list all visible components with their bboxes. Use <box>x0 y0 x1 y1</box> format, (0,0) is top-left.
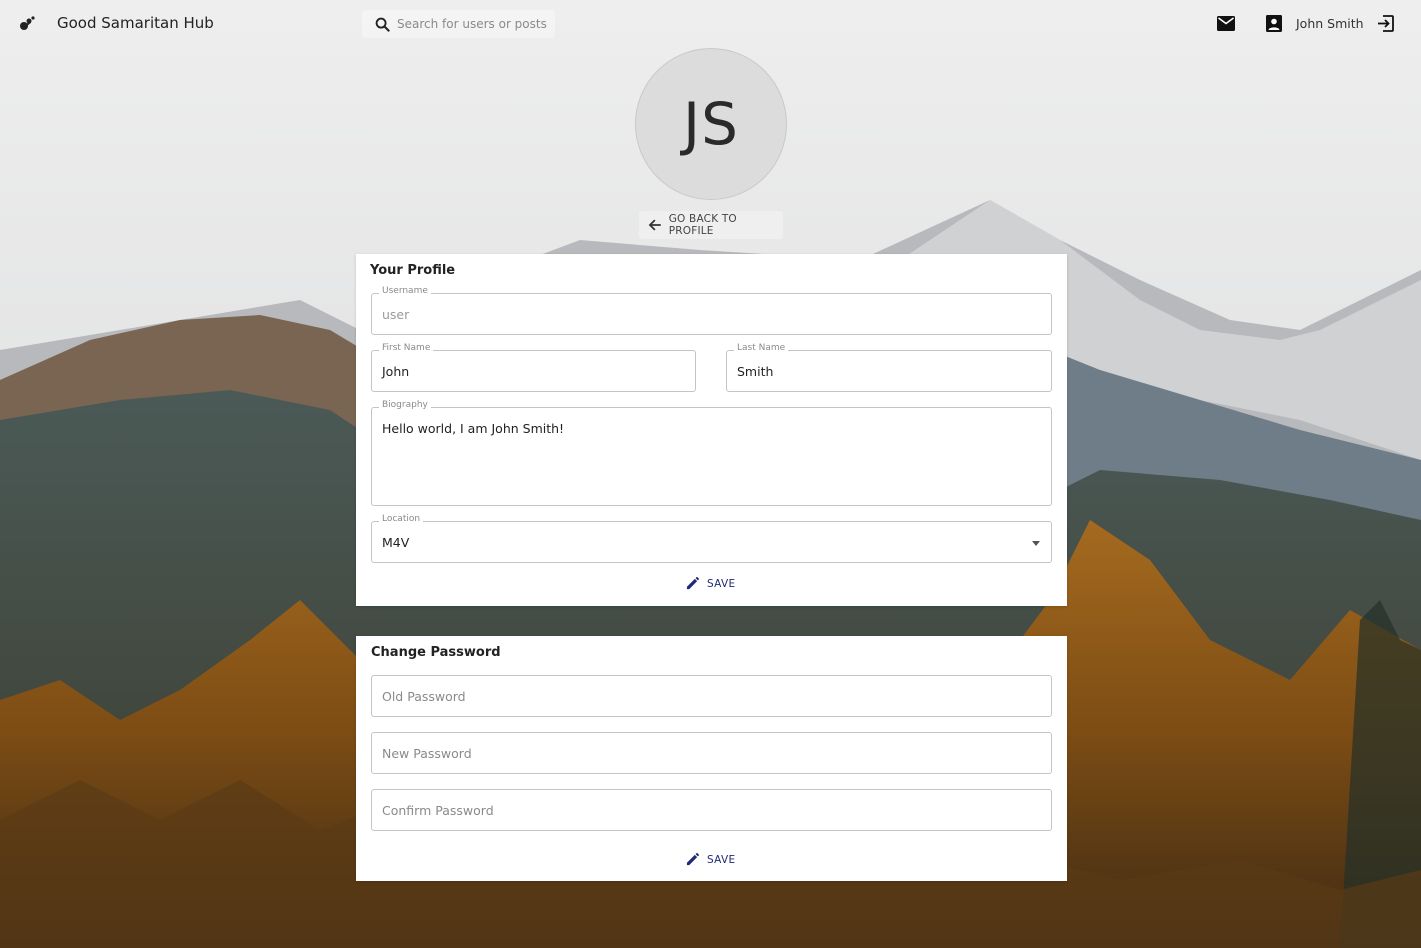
first-name-value: John <box>382 364 410 379</box>
password-card-title: Change Password <box>371 645 501 660</box>
old-password-field[interactable]: Old Password <box>371 675 1052 717</box>
save-password-button[interactable]: SAVE <box>686 853 735 866</box>
account-box-icon[interactable] <box>1266 15 1282 32</box>
last-name-value: Smith <box>737 364 774 379</box>
username-label: Username <box>379 286 431 296</box>
biography-label: Biography <box>379 400 431 410</box>
search-icon <box>375 17 390 32</box>
app-logo-icon[interactable] <box>18 15 36 33</box>
mail-icon[interactable] <box>1217 16 1235 31</box>
logout-icon[interactable] <box>1377 15 1394 32</box>
avatar-initials: JS <box>683 90 739 158</box>
confirm-password-placeholder: Confirm Password <box>382 803 494 818</box>
old-password-placeholder: Old Password <box>382 689 466 704</box>
avatar: JS <box>635 48 787 200</box>
biography-value: Hello world, I am John Smith! <box>382 421 565 436</box>
confirm-password-field[interactable]: Confirm Password <box>371 789 1052 831</box>
app-title[interactable]: Good Samaritan Hub <box>57 14 214 32</box>
location-value: M4V <box>382 535 410 550</box>
save-profile-label: SAVE <box>707 577 736 590</box>
save-profile-button[interactable]: SAVE <box>686 577 735 590</box>
go-back-label: GO BACK TO PROFILE <box>668 213 737 237</box>
first-name-field[interactable]: First Name John <box>371 343 696 392</box>
search-input[interactable] <box>397 17 547 31</box>
profile-card: Your Profile Username user First Name Jo… <box>356 254 1067 606</box>
header-user-name[interactable]: John Smith <box>1296 16 1364 31</box>
go-back-to-profile-button[interactable]: GO BACK TO PROFILE <box>639 211 783 239</box>
change-password-card: Change Password Old Password New Passwor… <box>356 636 1067 881</box>
location-select[interactable]: Location M4V <box>371 514 1052 563</box>
new-password-placeholder: New Password <box>382 746 472 761</box>
save-password-label: SAVE <box>707 853 736 866</box>
search-box[interactable] <box>362 10 555 38</box>
last-name-field[interactable]: Last Name Smith <box>726 343 1052 392</box>
profile-card-title: Your Profile <box>370 263 456 278</box>
username-value: user <box>382 307 410 322</box>
new-password-field[interactable]: New Password <box>371 732 1052 774</box>
last-name-label: Last Name <box>734 343 789 353</box>
dropdown-arrow-icon <box>1032 541 1040 546</box>
location-label: Location <box>379 514 424 524</box>
first-name-label: First Name <box>379 343 434 353</box>
pencil-icon <box>686 577 699 590</box>
top-app-bar: Good Samaritan Hub John Smith <box>0 0 1421 48</box>
arrow-back-icon <box>648 219 661 231</box>
username-field[interactable]: Username user <box>371 286 1052 335</box>
biography-field[interactable]: Biography Hello world, I am John Smith! <box>371 400 1052 506</box>
pencil-icon <box>686 853 699 866</box>
